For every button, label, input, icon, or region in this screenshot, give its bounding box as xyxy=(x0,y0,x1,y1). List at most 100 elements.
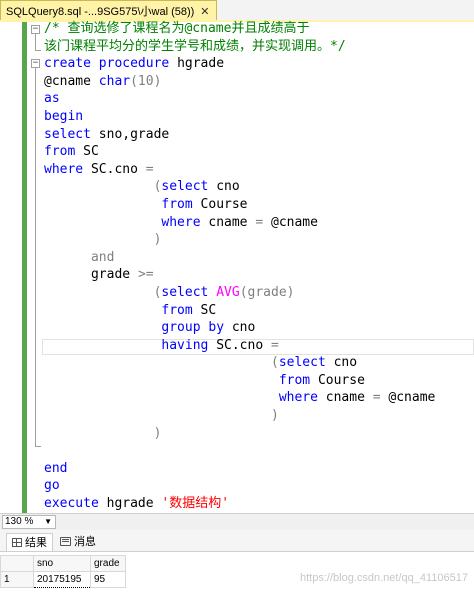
operator: = xyxy=(255,214,264,230)
identifier: SC xyxy=(83,144,99,160)
code-line-23: ) xyxy=(44,408,279,423)
fold-guide-end xyxy=(35,50,41,51)
code-text[interactable]: /* 查询选修了课程名为@cname并且成绩高于 该门课程平均分的学生学号和成绩… xyxy=(44,20,435,513)
table-header-row: sno grade xyxy=(0,555,126,572)
code-line-1: /* 查询选修了课程名为@cname并且成绩高于 xyxy=(44,21,309,36)
code-line-4: @cname char(10) xyxy=(44,74,161,89)
keyword: procedure xyxy=(98,56,170,72)
identifier: SC.cno xyxy=(90,161,138,177)
operator: >= xyxy=(137,267,154,283)
function-argument: (grade) xyxy=(239,284,295,300)
function: AVG xyxy=(216,284,240,300)
keyword: select xyxy=(161,284,209,300)
identifier: SC.cno xyxy=(216,337,264,353)
keyword: go xyxy=(44,478,60,494)
parameter: @cname xyxy=(271,214,318,230)
identifier: cname xyxy=(208,214,248,230)
code-line-27: go xyxy=(44,478,60,493)
operator: = xyxy=(372,390,381,406)
keyword: begin xyxy=(44,108,84,124)
keyword: execute xyxy=(44,496,99,512)
identifier: Course xyxy=(200,196,248,212)
cell-sno[interactable]: 20175195 xyxy=(33,571,91,588)
code-line-22: where cname = @cname xyxy=(44,390,436,406)
identifier: Course xyxy=(317,372,365,388)
procedure-name: hgrade xyxy=(177,56,225,72)
code-line-7: select sno,grade xyxy=(44,127,169,142)
comment: /* 查询选修了课程名为@cname并且成绩高于 xyxy=(44,21,310,36)
editor-margin xyxy=(0,22,22,513)
code-line-2: 该门课程平均分的学生学号和成绩，并实现调用。*/ xyxy=(44,39,346,54)
query-document-tab[interactable]: SQLQuery8.sql -...9SG575\小wal (58)) ✕ xyxy=(0,0,217,20)
watermark: https://blog.csdn.net/qq_41106517 xyxy=(300,572,468,584)
results-table: sno grade 1 20175195 95 xyxy=(0,555,126,588)
identifier: cno xyxy=(231,320,256,336)
keyword: as xyxy=(44,91,60,107)
results-tab-bar: 结果 消息 xyxy=(0,530,474,552)
fold-guide-end xyxy=(35,446,41,447)
table-row[interactable]: 1 20175195 95 xyxy=(0,571,126,588)
identifier: cname xyxy=(325,390,365,406)
keyword: from xyxy=(44,144,76,160)
tab-results[interactable]: 结果 xyxy=(6,533,53,551)
code-line-8: from SC xyxy=(44,144,99,159)
keyword: from xyxy=(278,372,311,388)
parameter: @cname xyxy=(388,390,436,406)
code-line-6: begin xyxy=(44,109,83,124)
collapse-procedure-icon[interactable]: − xyxy=(31,59,40,68)
operator: = xyxy=(271,337,279,353)
keyword: by xyxy=(208,320,225,336)
keyword: having xyxy=(161,337,209,353)
identifier: grade xyxy=(90,267,131,283)
query-tab-title: SQLQuery8.sql -...9SG575\小wal (58)) xyxy=(6,6,195,18)
fold-guide xyxy=(35,34,36,50)
sql-editor[interactable]: − − /* 查询选修了课程名为@cname并且成绩高于 该门课程平均分的学生学… xyxy=(0,20,474,513)
column-header-grade[interactable]: grade xyxy=(90,555,126,572)
keyword: where xyxy=(278,390,318,406)
fold-guide xyxy=(35,68,36,446)
operator: ) xyxy=(153,232,162,248)
row-number[interactable]: 1 xyxy=(0,571,34,588)
column-header-sno[interactable]: sno xyxy=(33,555,91,572)
keyword: where xyxy=(44,161,84,177)
procedure-name: hgrade xyxy=(106,496,154,512)
results-grid[interactable]: sno grade 1 20175195 95 https://blog.csd… xyxy=(0,552,474,594)
change-tracking-bar xyxy=(22,22,27,513)
operator: ) xyxy=(153,425,162,441)
code-line-26: end xyxy=(44,461,67,476)
code-line-24: ) xyxy=(44,425,162,441)
keyword: char xyxy=(98,73,131,89)
keyword: create xyxy=(44,56,91,72)
editor-status-bar: 130 % ▼ xyxy=(0,513,474,530)
keyword: select xyxy=(44,126,91,142)
comment: 该门课程平均分的学生学号和成绩，并实现调用。*/ xyxy=(44,38,346,54)
identifier: cno xyxy=(333,355,358,371)
code-line-28: execute hgrade '数据结构' xyxy=(44,496,229,511)
tab-messages-label: 消息 xyxy=(74,536,96,548)
parameter: @cname xyxy=(44,73,91,89)
code-line-20: (select cno xyxy=(44,355,357,370)
code-line-9: where SC.cno = xyxy=(44,162,154,177)
operator: ) xyxy=(270,408,279,424)
tab-messages[interactable]: 消息 xyxy=(60,533,96,551)
collapse-comment-icon[interactable]: − xyxy=(31,25,40,34)
code-line-16: (select AVG(grade) xyxy=(44,284,295,300)
identifier: sno,grade xyxy=(98,126,170,142)
identifier: cno xyxy=(216,179,240,195)
string-literal: '数据结构' xyxy=(161,496,230,512)
keyword: select xyxy=(161,179,209,195)
zoom-dropdown[interactable]: 130 % ▼ xyxy=(2,515,56,529)
operator: and xyxy=(90,249,115,265)
operator: ( xyxy=(270,355,279,371)
keyword: select xyxy=(278,355,326,371)
zoom-value: 130 % xyxy=(5,516,34,527)
code-line-15: grade >= xyxy=(44,267,154,282)
keyword: group xyxy=(161,320,201,336)
code-line-21: from Course xyxy=(44,373,365,388)
close-icon[interactable]: ✕ xyxy=(200,6,209,18)
corner-cell[interactable] xyxy=(0,555,34,572)
cell-grade[interactable]: 95 xyxy=(90,571,126,588)
code-line-18: group by cno xyxy=(44,320,255,335)
operator: = xyxy=(145,161,154,177)
identifier: SC xyxy=(200,302,217,318)
